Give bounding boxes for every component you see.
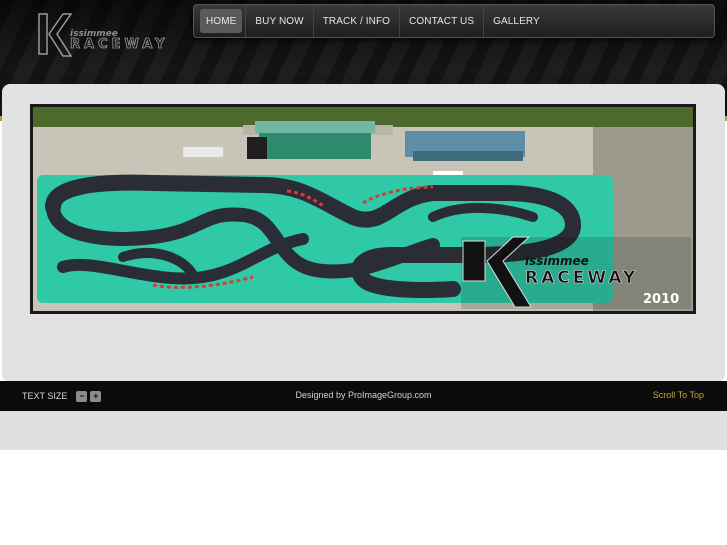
banner-logo: issimmee RACEWAY 2010 bbox=[461, 236, 691, 309]
footer-bottom-band bbox=[0, 411, 727, 450]
nav-item-gallery[interactable]: GALLERY bbox=[484, 5, 549, 37]
banner-logo-year: 2010 bbox=[643, 292, 679, 307]
nav-item-home[interactable]: HOME bbox=[200, 9, 243, 33]
site-logo[interactable]: issimmee RACEWAY bbox=[36, 10, 206, 60]
scroll-to-top-link[interactable]: Scroll To Top bbox=[653, 390, 704, 400]
designed-by-text[interactable]: Designed by ProImageGroup.com bbox=[0, 390, 727, 400]
banner-logo-main: RACEWAY bbox=[525, 268, 638, 288]
nav-item-contact-us[interactable]: CONTACT US bbox=[400, 5, 485, 37]
main-nav: HOME BUY NOW TRACK / INFO CONTACT US GAL… bbox=[193, 4, 715, 38]
track-illustration: issimmee RACEWAY 2010 bbox=[33, 107, 693, 311]
banner-logo-top: issimmee bbox=[525, 254, 589, 268]
nav-item-buy-now[interactable]: BUY NOW bbox=[246, 5, 314, 37]
nav-item-track-info[interactable]: TRACK / INFO bbox=[314, 5, 401, 37]
site-footer: TEXT SIZE − + Designed by ProImageGroup.… bbox=[0, 381, 727, 411]
banner-image: issimmee RACEWAY 2010 bbox=[30, 104, 696, 314]
logo-text-main: RACEWAY bbox=[70, 37, 168, 52]
